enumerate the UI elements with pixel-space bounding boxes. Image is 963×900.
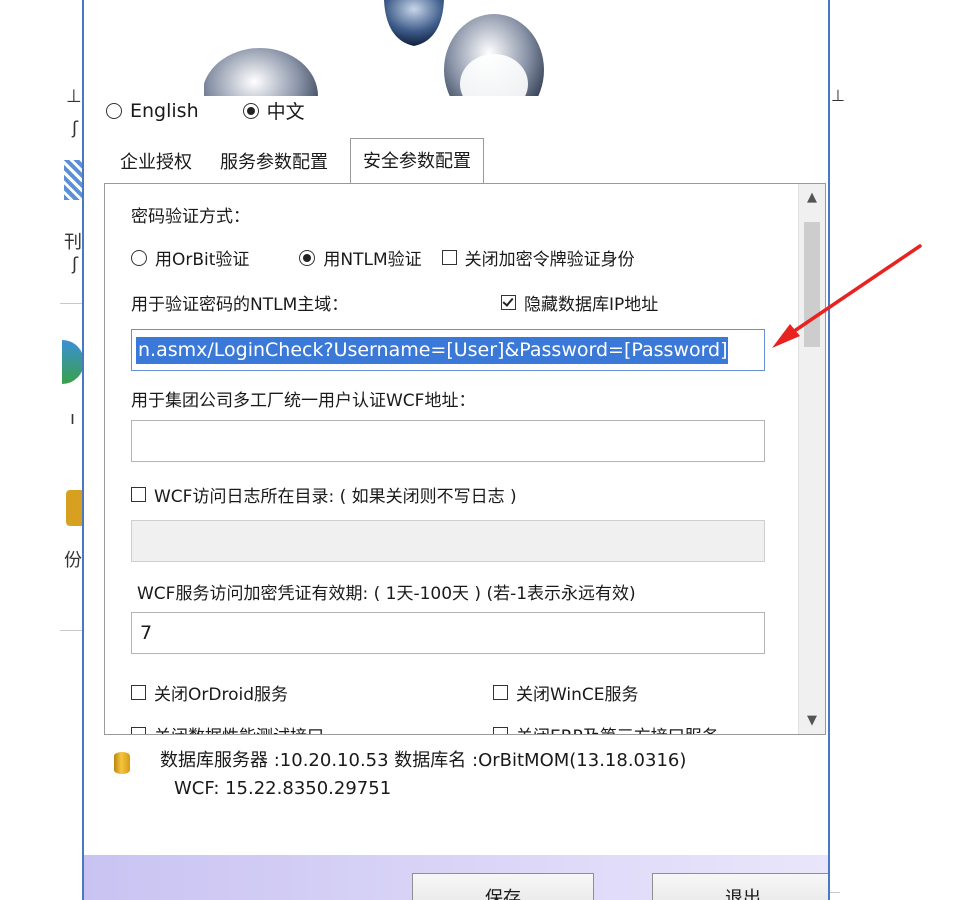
background-divider bbox=[830, 892, 840, 893]
disable-erp-label[interactable]: 关闭ERP及第三方接口服务 bbox=[516, 722, 719, 734]
dialog-footer: 保存 退出 bbox=[84, 855, 828, 900]
wcf-log-dir-input[interactable] bbox=[131, 520, 765, 562]
ntlm-domain-value: n.asmx/LoginCheck?Username=[User]&Passwo… bbox=[136, 336, 728, 364]
hide-db-ip-label[interactable]: 隐藏数据库IP地址 bbox=[524, 290, 658, 315]
chinese-label[interactable]: 中文 bbox=[267, 97, 305, 124]
radio-orbit-verify[interactable] bbox=[131, 249, 147, 266]
disable-ordroid-checkbox[interactable] bbox=[131, 685, 146, 700]
background-text: ʃ bbox=[72, 118, 79, 139]
disable-perf-checkbox[interactable] bbox=[131, 727, 146, 734]
ntlm-domain-label: 用于验证密码的NTLM主域： bbox=[131, 295, 349, 315]
tab-bar: 企业授权 服务参数配置 安全参数配置 bbox=[106, 138, 484, 185]
exit-button[interactable]: 退出 bbox=[652, 873, 828, 900]
hide-db-ip-checkbox[interactable] bbox=[501, 295, 516, 310]
disable-wince-label[interactable]: 关闭WinCE服务 bbox=[516, 680, 639, 705]
scroll-up-icon[interactable]: ▲ bbox=[799, 190, 825, 205]
wcf-log-label[interactable]: WCF访问日志所在目录: ( 如果关闭则不写日志 ) bbox=[154, 482, 517, 507]
security-settings-panel: 密码验证方式： 用OrBit验证 用NTLM验证 关闭加密令牌验证身份 用于验证… bbox=[104, 183, 826, 735]
background-divider bbox=[60, 630, 84, 631]
disable-wince-checkbox[interactable] bbox=[493, 685, 508, 700]
wcf-address-label: 用于集团公司多工厂统一用户认证WCF地址： bbox=[131, 391, 476, 411]
disable-erp-option: 关闭ERP及第三方接口服务 bbox=[493, 722, 719, 734]
radio-english[interactable] bbox=[106, 102, 122, 119]
tab-security-params[interactable]: 安全参数配置 bbox=[350, 138, 484, 185]
wcf-address-input[interactable] bbox=[131, 420, 765, 462]
ntlm-verify-label[interactable]: 用NTLM验证 bbox=[323, 245, 421, 270]
tab-enterprise-license[interactable]: 企业授权 bbox=[106, 140, 206, 184]
wcf-log-option: WCF访问日志所在目录: ( 如果关闭则不写日志 ) bbox=[131, 482, 517, 507]
vertical-scrollbar[interactable]: ▲ ▼ bbox=[798, 184, 825, 734]
background-text: ı bbox=[70, 408, 76, 429]
background-text: ⊥ bbox=[66, 86, 82, 107]
disable-ordroid-label[interactable]: 关闭OrDroid服务 bbox=[154, 680, 288, 705]
radio-ntlm-verify[interactable] bbox=[299, 249, 316, 266]
chart-icon bbox=[64, 160, 84, 200]
disable-token-checkbox[interactable] bbox=[441, 250, 457, 265]
disable-wince-option: 关闭WinCE服务 bbox=[493, 680, 639, 705]
save-button[interactable]: 保存 bbox=[412, 873, 594, 900]
background-text: 刊 bbox=[64, 232, 82, 253]
disable-ordroid-option: 关闭OrDroid服务 bbox=[131, 680, 288, 705]
wcf-version-info: WCF: 15.22.8350.29751 bbox=[174, 778, 392, 799]
wcf-expiry-label: WCF服务访问加密凭证有效期: ( 1天-100天 ) (若-1表示永远有效) bbox=[137, 584, 636, 604]
radio-chinese[interactable] bbox=[242, 102, 259, 119]
wcf-log-checkbox[interactable] bbox=[131, 487, 146, 502]
db-server-info: 数据库服务器 :10.20.10.53 数据库名 :OrBitMOM(13.18… bbox=[160, 750, 687, 771]
disable-perf-option: 关闭数据性能测试接口 bbox=[131, 722, 324, 734]
disable-perf-label[interactable]: 关闭数据性能测试接口 bbox=[154, 722, 324, 734]
orbit-verify-label[interactable]: 用OrBit验证 bbox=[155, 245, 249, 270]
disable-token-label[interactable]: 关闭加密令牌验证身份 bbox=[465, 245, 635, 270]
ntlm-domain-input[interactable]: n.asmx/LoginCheck?Username=[User]&Passwo… bbox=[131, 329, 765, 371]
logo-graphic bbox=[204, 0, 544, 96]
disable-erp-checkbox[interactable] bbox=[493, 727, 508, 734]
english-label[interactable]: English bbox=[130, 100, 199, 122]
wcf-expiry-input[interactable]: 7 bbox=[131, 612, 765, 654]
language-selector: English 中文 bbox=[106, 97, 305, 124]
hide-db-ip-option: 隐藏数据库IP地址 bbox=[501, 290, 658, 315]
background-text: ⊥ bbox=[831, 86, 845, 105]
verify-method-options: 用OrBit验证 用NTLM验证 关闭加密令牌验证身份 bbox=[131, 245, 635, 270]
tab-service-params[interactable]: 服务参数配置 bbox=[206, 140, 342, 184]
settings-dialog: English 中文 企业授权 服务参数配置 安全参数配置 密码验证方式： 用O… bbox=[82, 0, 830, 900]
background-text: ʃ bbox=[72, 254, 79, 275]
background-text: 份 bbox=[64, 550, 82, 571]
background-divider bbox=[60, 303, 84, 304]
verify-method-label: 密码验证方式： bbox=[131, 207, 250, 227]
scroll-thumb[interactable] bbox=[804, 222, 820, 347]
database-icon bbox=[114, 752, 130, 774]
scroll-down-icon[interactable]: ▼ bbox=[799, 713, 825, 728]
